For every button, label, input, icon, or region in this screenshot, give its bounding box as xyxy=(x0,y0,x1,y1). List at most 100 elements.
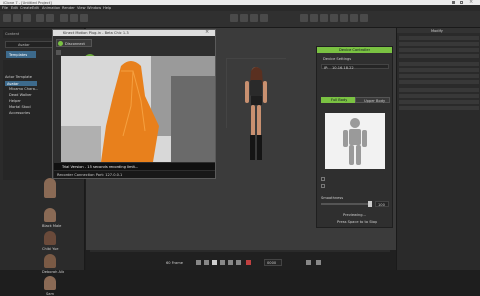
menu-file[interactable]: File xyxy=(2,6,8,10)
rewind-icon[interactable] xyxy=(196,260,201,265)
panel-row[interactable] xyxy=(399,80,479,84)
tree-item-selected[interactable]: Avatar xyxy=(5,81,37,86)
thumbnail[interactable] xyxy=(44,178,56,198)
body-silhouette-icon xyxy=(343,118,367,165)
stop-icon[interactable] xyxy=(220,260,225,265)
atmosphere-icon[interactable] xyxy=(330,14,338,22)
undo-icon[interactable] xyxy=(36,14,44,22)
frame-field[interactable]: 0000 xyxy=(264,259,282,266)
device-controller-panel: Device Controller Device Settings IP: 10… xyxy=(316,46,393,228)
stage-icon[interactable] xyxy=(310,14,318,22)
loop-icon[interactable] xyxy=(306,260,311,265)
smoothness-value: 100 xyxy=(378,202,385,207)
settings-icon[interactable] xyxy=(56,50,61,55)
panel-row[interactable] xyxy=(399,68,479,72)
upper-body-tab[interactable]: Upper Body xyxy=(355,97,390,103)
status-line: Trial Version - 15 seconds recording lim… xyxy=(54,163,215,170)
record-icon[interactable] xyxy=(246,260,251,265)
main-toolbar xyxy=(0,11,480,28)
thumbnail[interactable] xyxy=(44,254,56,268)
effects-icon[interactable] xyxy=(340,14,348,22)
menu-edit[interactable]: Edit xyxy=(11,6,18,10)
menu-window[interactable]: Window xyxy=(87,6,101,10)
grid-icon[interactable] xyxy=(300,14,308,22)
modify-header: Modify xyxy=(397,28,480,33)
panel-row[interactable] xyxy=(399,36,479,40)
move-icon[interactable] xyxy=(70,14,78,22)
trial-status: Trial Version - 15 seconds recording lim… xyxy=(62,164,139,169)
tree-item[interactable]: Mortal Stool xyxy=(9,105,31,109)
menu-render[interactable]: Render xyxy=(62,6,75,10)
content-tab[interactable]: Content xyxy=(5,32,19,36)
camera-feed xyxy=(61,56,215,162)
plugin-title-bar: Kinect Motion Plug-in - Beta Chic 1.3 × xyxy=(53,30,215,36)
tree-item[interactable]: Accessories xyxy=(9,111,30,115)
panel-row[interactable] xyxy=(399,106,479,110)
fast-forward-icon[interactable] xyxy=(236,260,241,265)
redo-icon[interactable] xyxy=(46,14,54,22)
tree-item[interactable]: Mixamo Chara... xyxy=(9,87,38,91)
sky-icon[interactable] xyxy=(320,14,328,22)
disconnect-button[interactable]: Disconnect xyxy=(56,39,92,47)
smoothness-slider[interactable] xyxy=(321,201,372,207)
panel-row[interactable] xyxy=(399,74,479,78)
templates-tab-label: Templates xyxy=(9,52,28,57)
smoothness-label: Smoothness xyxy=(321,196,344,200)
render-icon[interactable] xyxy=(250,14,258,22)
panel-row[interactable] xyxy=(399,54,479,58)
tree-item[interactable]: Dead Walker xyxy=(9,93,32,97)
slider-handle[interactable] xyxy=(368,201,372,207)
smoothness-input[interactable]: 100 xyxy=(375,201,389,207)
light-icon[interactable] xyxy=(240,14,248,22)
thumbnail[interactable] xyxy=(44,231,56,245)
stop-hint: Press Space to to Stop xyxy=(337,220,378,224)
step-forward-icon[interactable] xyxy=(228,260,233,265)
checkbox[interactable] xyxy=(321,184,325,188)
thumbnail[interactable] xyxy=(44,276,56,290)
timeline-track[interactable] xyxy=(90,250,390,252)
menu-create[interactable]: Create xyxy=(20,6,32,10)
panel-row[interactable] xyxy=(399,42,479,46)
close-icon[interactable]: × xyxy=(205,30,209,35)
panel-row[interactable] xyxy=(399,100,479,104)
tree-item-avatar: Avatar xyxy=(7,81,19,86)
maximize-icon[interactable] xyxy=(460,1,463,4)
body-preview xyxy=(325,113,385,169)
open-icon[interactable] xyxy=(13,14,21,22)
tree-header[interactable]: Actor Template xyxy=(5,75,32,79)
menu-animation[interactable]: Animation xyxy=(42,6,60,10)
tree-item[interactable]: Helper xyxy=(9,99,21,103)
plugin-title: Kinect Motion Plug-in - Beta Chic 1.3 xyxy=(63,31,129,35)
templates-tab[interactable]: Templates xyxy=(6,51,36,58)
panel-row[interactable] xyxy=(399,94,479,98)
ip-field[interactable]: IP: 10.16.18.22 xyxy=(321,64,389,70)
full-body-tab[interactable]: Full Body xyxy=(321,97,355,103)
panel-row[interactable] xyxy=(399,88,479,92)
panel-title: Device Controller xyxy=(339,48,371,52)
menu-help[interactable]: Help xyxy=(103,6,111,10)
new-icon[interactable] xyxy=(3,14,11,22)
avatar-figure[interactable] xyxy=(236,63,276,168)
status-line: Recorder Connection Port: 127.0.0.1 xyxy=(54,171,215,178)
menu-view[interactable]: View xyxy=(77,6,86,10)
minimize-icon[interactable] xyxy=(452,1,455,4)
save-icon[interactable] xyxy=(23,14,31,22)
thumbnail[interactable] xyxy=(44,208,56,222)
select-icon[interactable] xyxy=(60,14,68,22)
rotate-icon[interactable] xyxy=(80,14,88,22)
depth-image xyxy=(61,56,215,162)
step-back-icon[interactable] xyxy=(204,260,209,265)
device-settings-label[interactable]: Device Settings xyxy=(323,57,351,61)
checkbox[interactable] xyxy=(321,177,325,181)
camera-icon[interactable] xyxy=(230,14,238,22)
snapshot-icon[interactable] xyxy=(260,14,268,22)
preview-status: Previewing... xyxy=(343,213,366,217)
settings-icon[interactable] xyxy=(360,14,368,22)
menu-edit-2[interactable]: Edit xyxy=(32,6,39,10)
camera2-icon[interactable] xyxy=(350,14,358,22)
panel-row[interactable] xyxy=(399,62,479,66)
play-icon[interactable] xyxy=(212,260,217,265)
settings-icon[interactable] xyxy=(316,260,321,265)
timeline-bar: 60 Frame 0000 xyxy=(86,250,396,270)
panel-row[interactable] xyxy=(399,48,479,52)
